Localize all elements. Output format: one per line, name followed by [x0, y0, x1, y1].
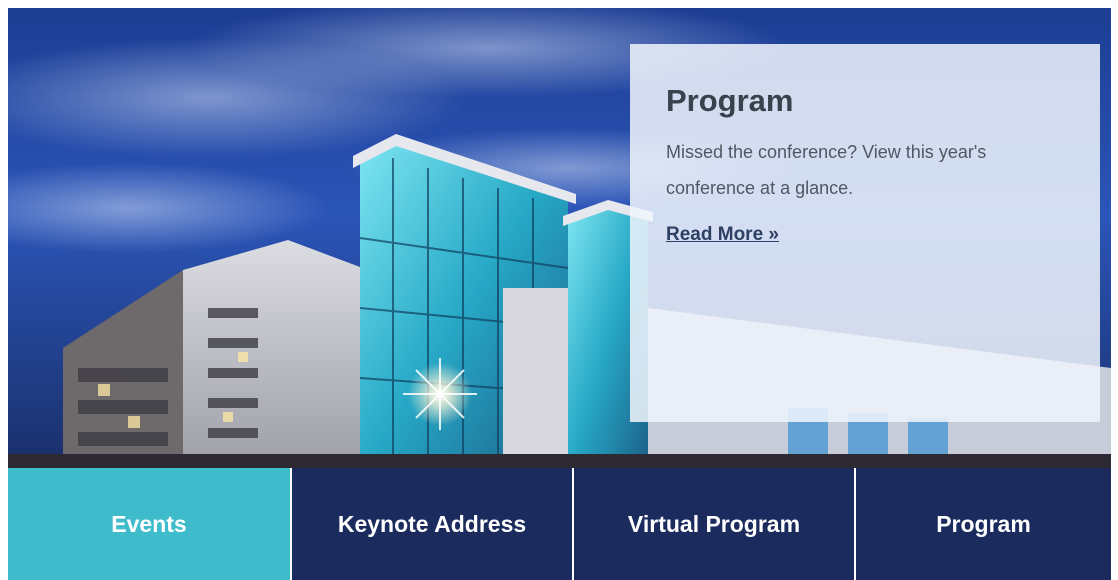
tab-events[interactable]: Events [8, 468, 290, 580]
card-description: Missed the conference? View this year's … [666, 142, 987, 198]
slide-tab-bar: Events Keynote Address Virtual Program P… [8, 468, 1111, 580]
tab-keynote-address[interactable]: Keynote Address [290, 468, 572, 580]
read-more-link[interactable]: Read More » [666, 224, 779, 246]
program-info-card: Program Missed the conference? View this… [630, 44, 1100, 422]
tab-program[interactable]: Program [854, 468, 1111, 580]
card-title: Program [666, 83, 794, 118]
tab-virtual-program[interactable]: Virtual Program [572, 468, 854, 580]
hero-banner: Program Missed the conference? View this… [8, 8, 1111, 468]
slideshow: Program Missed the conference? View this… [8, 8, 1111, 580]
